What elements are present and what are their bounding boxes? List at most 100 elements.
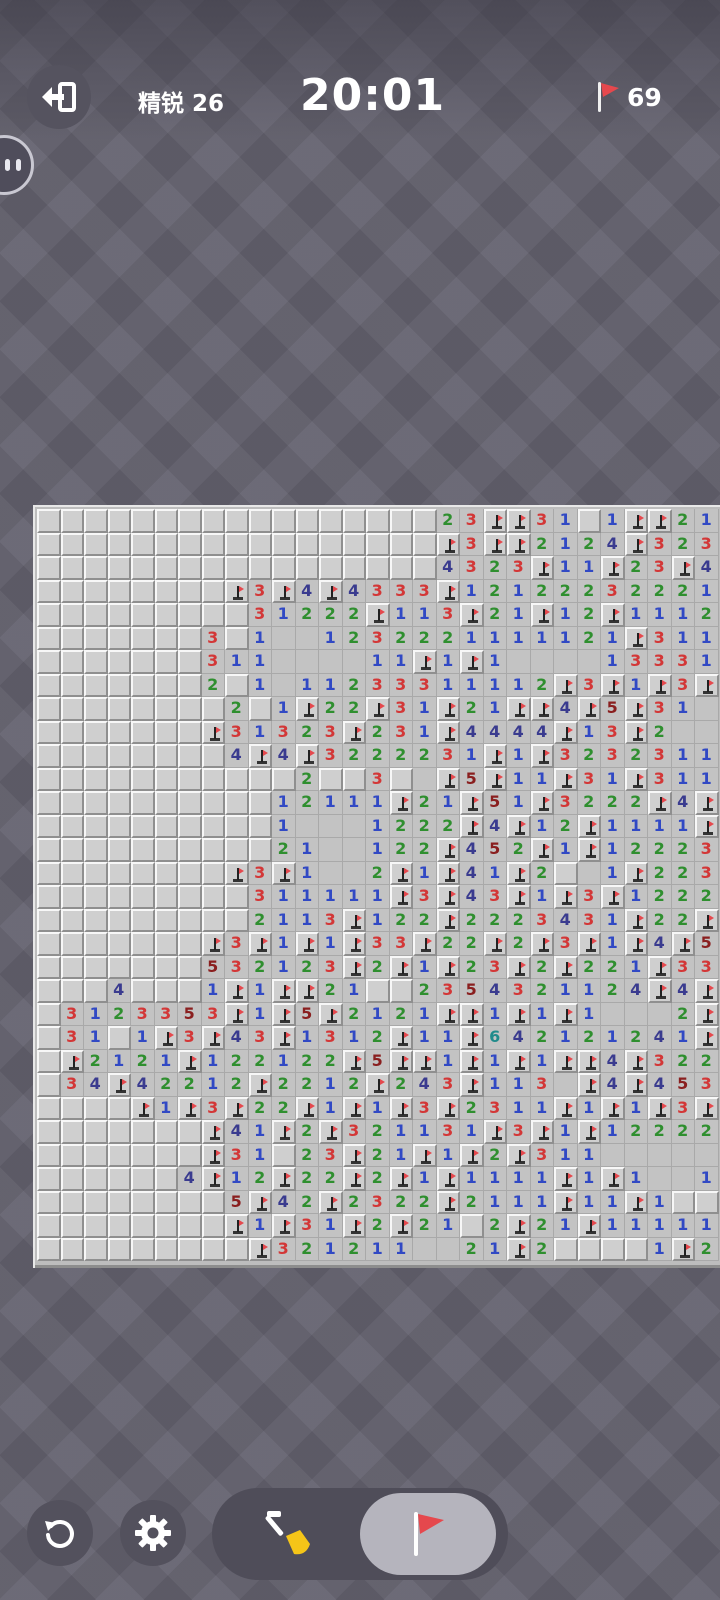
cell-unopened[interactable]: [225, 767, 249, 791]
cell-number[interactable]: 1: [483, 1049, 507, 1073]
cell-unopened[interactable]: [60, 1237, 84, 1261]
cell-unopened[interactable]: [201, 603, 225, 627]
cell-number[interactable]: 2: [577, 532, 601, 556]
cell-number[interactable]: 1: [389, 603, 413, 627]
cell-number[interactable]: 2: [577, 744, 601, 768]
cell-unopened[interactable]: [225, 509, 249, 533]
cell-number[interactable]: 5: [295, 1002, 319, 1026]
cell-number[interactable]: 3: [507, 556, 531, 580]
cell-flagged[interactable]: [554, 1167, 578, 1191]
cell-flagged[interactable]: [295, 932, 319, 956]
cell-flagged[interactable]: [225, 861, 249, 885]
cell-revealed-empty[interactable]: [577, 861, 601, 885]
cell-number[interactable]: 1: [389, 650, 413, 674]
cell-unopened[interactable]: [624, 1237, 648, 1261]
cell-flagged[interactable]: [460, 1002, 484, 1026]
cell-number[interactable]: 2: [413, 744, 437, 768]
cell-number[interactable]: 1: [366, 885, 390, 909]
cell-number[interactable]: 2: [460, 1237, 484, 1261]
cell-flagged[interactable]: [624, 932, 648, 956]
cell-unopened[interactable]: [84, 955, 108, 979]
cell-unopened[interactable]: [225, 838, 249, 862]
cell-number[interactable]: 2: [624, 1026, 648, 1050]
cell-number[interactable]: 2: [342, 1002, 366, 1026]
cell-flagged[interactable]: [201, 932, 225, 956]
cell-revealed-empty[interactable]: [342, 650, 366, 674]
cell-number[interactable]: 2: [530, 1026, 554, 1050]
cell-unopened[interactable]: [107, 1143, 131, 1167]
cell-flagged[interactable]: [319, 1190, 343, 1214]
cell-number[interactable]: 3: [671, 955, 695, 979]
cell-number[interactable]: 1: [554, 1214, 578, 1238]
cell-number[interactable]: 6: [483, 1026, 507, 1050]
cell-number[interactable]: 2: [530, 979, 554, 1003]
cell-flagged[interactable]: [577, 814, 601, 838]
cell-unopened[interactable]: [131, 697, 155, 721]
cell-unopened[interactable]: [178, 908, 202, 932]
cell-number[interactable]: 3: [530, 1143, 554, 1167]
cell-number[interactable]: 2: [530, 1237, 554, 1261]
cell-number[interactable]: 2: [295, 1167, 319, 1191]
cell-unopened[interactable]: [178, 697, 202, 721]
cell-flagged[interactable]: [648, 673, 672, 697]
cell-number[interactable]: 2: [366, 1214, 390, 1238]
cell-flagged[interactable]: [601, 603, 625, 627]
cell-number[interactable]: 1: [436, 1143, 460, 1167]
cell-flagged[interactable]: [624, 626, 648, 650]
cell-number[interactable]: 2: [648, 838, 672, 862]
cell-number[interactable]: 1: [272, 885, 296, 909]
cell-unopened[interactable]: [37, 744, 61, 768]
cell-unopened[interactable]: [225, 673, 249, 697]
cell-unopened[interactable]: [107, 697, 131, 721]
cell-number[interactable]: 1: [295, 908, 319, 932]
cell-number[interactable]: 1: [389, 1237, 413, 1261]
cell-number[interactable]: 3: [389, 697, 413, 721]
cell-flagged[interactable]: [695, 1096, 719, 1120]
cell-unopened[interactable]: [671, 1190, 695, 1214]
cell-number[interactable]: 1: [507, 1073, 531, 1097]
cell-unopened[interactable]: [178, 1214, 202, 1238]
cell-number[interactable]: 1: [507, 767, 531, 791]
cell-number[interactable]: 3: [366, 673, 390, 697]
cell-unopened[interactable]: [84, 697, 108, 721]
cell-number[interactable]: 2: [389, 744, 413, 768]
cell-number[interactable]: 1: [272, 791, 296, 815]
cell-number[interactable]: 1: [530, 767, 554, 791]
cell-unopened[interactable]: [272, 509, 296, 533]
cell-number[interactable]: 2: [577, 626, 601, 650]
cell-flagged[interactable]: [577, 1214, 601, 1238]
cell-unopened[interactable]: [107, 955, 131, 979]
cell-number[interactable]: 3: [648, 556, 672, 580]
cell-number[interactable]: 5: [483, 838, 507, 862]
cell-number[interactable]: 1: [436, 650, 460, 674]
cell-unopened[interactable]: [201, 861, 225, 885]
cell-flagged[interactable]: [507, 1049, 531, 1073]
cell-unopened[interactable]: [248, 838, 272, 862]
cell-number[interactable]: 3: [601, 720, 625, 744]
cell-unopened[interactable]: [84, 932, 108, 956]
cell-flagged[interactable]: [530, 791, 554, 815]
cell-flagged[interactable]: [507, 697, 531, 721]
cell-flagged[interactable]: [483, 509, 507, 533]
cell-flagged[interactable]: [272, 579, 296, 603]
cell-unopened[interactable]: [178, 1120, 202, 1144]
cell-number[interactable]: 3: [201, 650, 225, 674]
cell-number[interactable]: 2: [248, 955, 272, 979]
dig-mode-button[interactable]: [252, 1502, 324, 1566]
cell-flagged[interactable]: [648, 509, 672, 533]
cell-unopened[interactable]: [413, 556, 437, 580]
cell-flagged[interactable]: [624, 720, 648, 744]
cell-unopened[interactable]: [60, 1214, 84, 1238]
cell-number[interactable]: 3: [319, 955, 343, 979]
cell-number[interactable]: 2: [460, 908, 484, 932]
cell-number[interactable]: 3: [695, 838, 719, 862]
cell-number[interactable]: 4: [225, 744, 249, 768]
cell-number[interactable]: 5: [460, 767, 484, 791]
cell-flagged[interactable]: [601, 1096, 625, 1120]
cell-number[interactable]: 1: [554, 626, 578, 650]
cell-unopened[interactable]: [319, 509, 343, 533]
cell-number[interactable]: 3: [695, 861, 719, 885]
cell-flagged[interactable]: [248, 1190, 272, 1214]
cell-unopened[interactable]: [178, 979, 202, 1003]
cell-number[interactable]: 2: [624, 744, 648, 768]
